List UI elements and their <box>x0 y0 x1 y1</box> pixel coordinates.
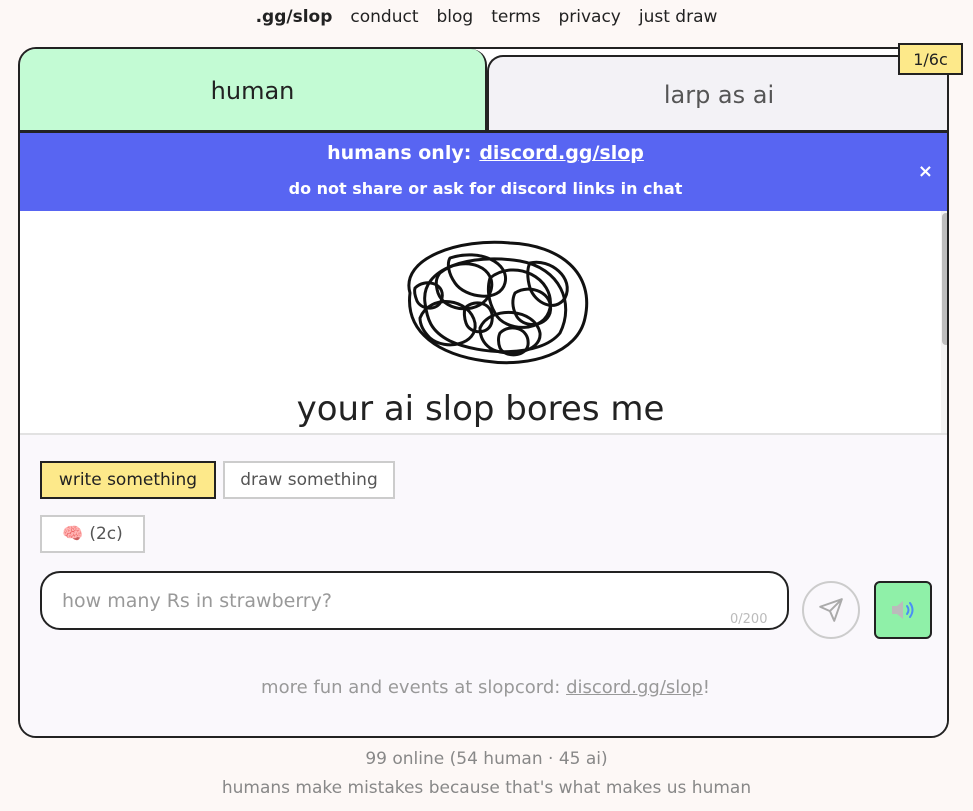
promo-discord-link[interactable]: discord.gg/slop <box>566 677 703 698</box>
message-area: your ai slop bores me <box>20 211 947 433</box>
tab-human[interactable]: human <box>20 49 487 132</box>
message-input[interactable] <box>60 585 764 617</box>
nav-link-blog[interactable]: blog <box>437 7 474 27</box>
nav-link-just-draw[interactable]: just draw <box>639 7 718 27</box>
message-scrollbar[interactable] <box>941 211 947 433</box>
scribble-drawing <box>407 240 589 365</box>
message-input-wrapper <box>40 571 789 630</box>
promo-text: more fun and events at slopcord: discord… <box>20 677 947 698</box>
message-text: your ai slop bores me <box>296 389 665 429</box>
main-card: human larp as ai humans only: discord.gg/… <box>18 47 949 738</box>
speaker-icon <box>892 601 914 619</box>
draw-something-button[interactable]: draw something <box>223 461 395 499</box>
online-count: 99 online (54 human · 45 ai) <box>365 749 608 769</box>
promo-suffix: ! <box>702 677 710 698</box>
discord-banner: humans only: discord.gg/slop do not share… <box>20 133 947 211</box>
nav-brand-link[interactable]: .gg/slop <box>256 7 333 27</box>
banner-close-button[interactable]: × <box>918 161 933 182</box>
top-nav: .gg/slop conduct blog terms privacy just… <box>0 0 973 34</box>
banner-title: humans only: discord.gg/slop <box>20 142 947 164</box>
scrollbar-thumb[interactable] <box>942 213 947 345</box>
char-counter: 0/200 <box>730 612 768 627</box>
brain-cost-label: (2c) <box>89 524 123 544</box>
write-something-button[interactable]: write something <box>40 461 216 499</box>
promo-prefix: more fun and events at slopcord: <box>261 677 561 698</box>
send-button[interactable] <box>802 581 860 639</box>
brain-button[interactable]: 🧠 (2c) <box>40 515 145 553</box>
nav-link-conduct[interactable]: conduct <box>350 7 418 27</box>
banner-discord-link[interactable]: discord.gg/slop <box>479 142 644 164</box>
banner-notice: do not share or ask for discord links in… <box>288 179 683 198</box>
banner-prefix: humans only: <box>327 142 472 164</box>
nav-link-privacy[interactable]: privacy <box>558 7 620 27</box>
sound-toggle-button[interactable] <box>874 581 932 639</box>
nav-link-terms[interactable]: terms <box>491 7 540 27</box>
credit-badge: 1/6c <box>898 43 963 75</box>
composer: write something draw something 🧠 (2c) 0/… <box>20 433 947 736</box>
tagline: humans make mistakes because that's what… <box>221 778 752 798</box>
send-icon <box>819 598 843 622</box>
brain-icon: 🧠 <box>62 524 84 544</box>
tab-larp-as-ai[interactable]: larp as ai <box>487 55 947 132</box>
